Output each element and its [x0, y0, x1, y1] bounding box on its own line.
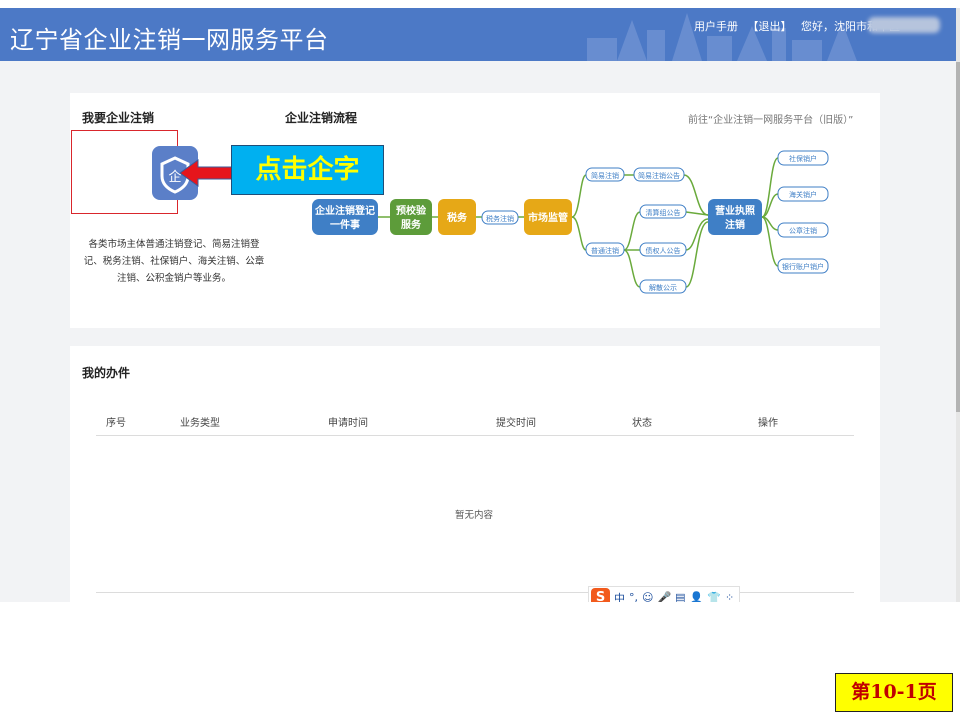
flow-node-market: 市场监管	[524, 199, 572, 235]
table-header-divider	[96, 435, 854, 436]
goto-old-platform-link[interactable]: 前往“企业注销一网服务平台（旧版）”	[688, 111, 853, 126]
flow-node-precheck: 预校验 服务	[390, 199, 432, 235]
svg-text:解散公示: 解散公示	[649, 283, 677, 292]
my-work-card: 我的办件 序号 业务类型 申请时间 提交时间 状态 操作 暂无内容	[70, 346, 880, 602]
ime-skin-icon[interactable]: 👕	[707, 591, 721, 602]
city-skyline-decoration	[587, 13, 857, 61]
ime-punctuation-icon[interactable]: °,	[629, 591, 638, 602]
svg-text:一件事: 一件事	[330, 218, 360, 231]
ime-voice-icon[interactable]: 🎤	[657, 591, 671, 602]
svg-text:营业执照: 营业执照	[715, 204, 755, 217]
svg-text:公章注销: 公章注销	[789, 226, 817, 235]
svg-text:注销: 注销	[725, 218, 745, 231]
flow-node-liquidation: 清算组公告	[639, 204, 687, 219]
flow-node-bank: 银行账户销户	[777, 258, 829, 274]
slide: 辽宁省企业注销一网服务平台 用户手册 【退出】 您好，沈阳市和平区 我要企业注销…	[0, 0, 960, 716]
svg-text:清算组公告: 清算组公告	[646, 208, 681, 217]
cancel-section-title: 我要企业注销	[82, 111, 155, 125]
ime-toolbar[interactable]: S 中 °, ☺ 🎤 ▤ 👤 👕 ⁘	[588, 586, 740, 602]
ime-tools-icon[interactable]: ⁘	[725, 591, 734, 602]
svg-text:银行账户销户: 银行账户销户	[782, 262, 824, 271]
flow-node-tax: 税务	[438, 199, 476, 235]
cancel-card: 我要企业注销 企业注销流程 前往“企业注销一网服务平台（旧版）” 企 点击企字 …	[70, 93, 880, 328]
empty-state-text: 暂无内容	[455, 510, 494, 521]
flow-node-simple-notice: 简易注销公告	[633, 167, 685, 182]
svg-text:税务注销: 税务注销	[486, 214, 514, 223]
browser-content: 辽宁省企业注销一网服务平台 用户手册 【退出】 您好，沈阳市和平区 我要企业注销…	[0, 8, 960, 602]
svg-text:服务: 服务	[401, 218, 422, 231]
flow-node-one-thing: 企业注销登记 一件事	[312, 199, 378, 235]
svg-text:税务: 税务	[447, 211, 468, 224]
flow-node-license-cancel: 营业执照 注销	[708, 199, 762, 235]
column-header-index: 序号	[106, 418, 126, 429]
svg-text:预校验: 预校验	[396, 204, 427, 217]
flow-node-seal-cancel: 公章注销	[777, 222, 829, 238]
svg-text:债权人公告: 债权人公告	[646, 246, 681, 255]
scrollbar-thumb[interactable]	[956, 62, 960, 412]
table-bottom-divider	[96, 592, 854, 593]
page-scrollbar[interactable]	[956, 8, 960, 602]
ime-emoji-icon[interactable]: ☺	[642, 591, 653, 602]
page-number-label: 第10-1页	[835, 673, 953, 712]
platform-title: 辽宁省企业注销一网服务平台	[10, 26, 329, 54]
flow-node-tax-cancel: 税务注销	[481, 210, 519, 225]
logout-link[interactable]: 【退出】	[748, 20, 792, 33]
ime-user-icon[interactable]: 👤	[690, 591, 704, 602]
svg-text:简易注销: 简易注销	[591, 171, 619, 180]
cancel-flow-diagram: 企业注销登记 一件事 预校验 服务 税务 税务注销 市场监管 简易注销 普通注销…	[312, 150, 829, 294]
my-work-title: 我的办件	[82, 366, 131, 380]
svg-text:简易注销公告: 简易注销公告	[638, 171, 680, 180]
flow-node-customs: 海关销户	[777, 186, 829, 202]
flow-node-social-security: 社保销户	[777, 150, 829, 166]
svg-text:企业注销登记: 企业注销登记	[314, 204, 375, 217]
svg-text:市场监管: 市场监管	[528, 211, 568, 224]
flow-section-title: 企业注销流程	[285, 111, 358, 125]
svg-text:海关销户: 海关销户	[789, 190, 817, 199]
column-header-action: 操作	[758, 418, 778, 429]
flow-node-normal-cancel: 普通注销	[585, 242, 625, 257]
column-header-submit-time: 提交时间	[496, 418, 536, 429]
svg-text:普通注销: 普通注销	[591, 246, 619, 255]
column-header-status: 状态	[632, 418, 652, 429]
svg-text:社保销户: 社保销户	[789, 154, 817, 163]
redacted-username	[868, 17, 940, 33]
flow-node-simple-cancel: 简易注销	[585, 167, 625, 182]
sogou-logo-icon[interactable]: S	[591, 588, 610, 602]
red-arrow-icon	[179, 159, 234, 187]
ime-keyboard-icon[interactable]: ▤	[675, 591, 685, 602]
top-header: 辽宁省企业注销一网服务平台 用户手册 【退出】 您好，沈阳市和平区	[0, 8, 957, 61]
ime-chinese-mode-icon[interactable]: 中	[614, 590, 625, 603]
user-manual-link[interactable]: 用户手册	[694, 20, 738, 33]
column-header-type: 业务类型	[180, 418, 220, 429]
flow-node-dissolution: 解散公示	[639, 279, 687, 294]
flow-node-creditor: 债权人公告	[639, 242, 687, 257]
cancel-description: 各类市场主体普通注销登记、简易注销登记、税务注销、社保销户、海关注销、公章注销、…	[83, 239, 265, 284]
column-header-apply-time: 申请时间	[328, 418, 368, 429]
